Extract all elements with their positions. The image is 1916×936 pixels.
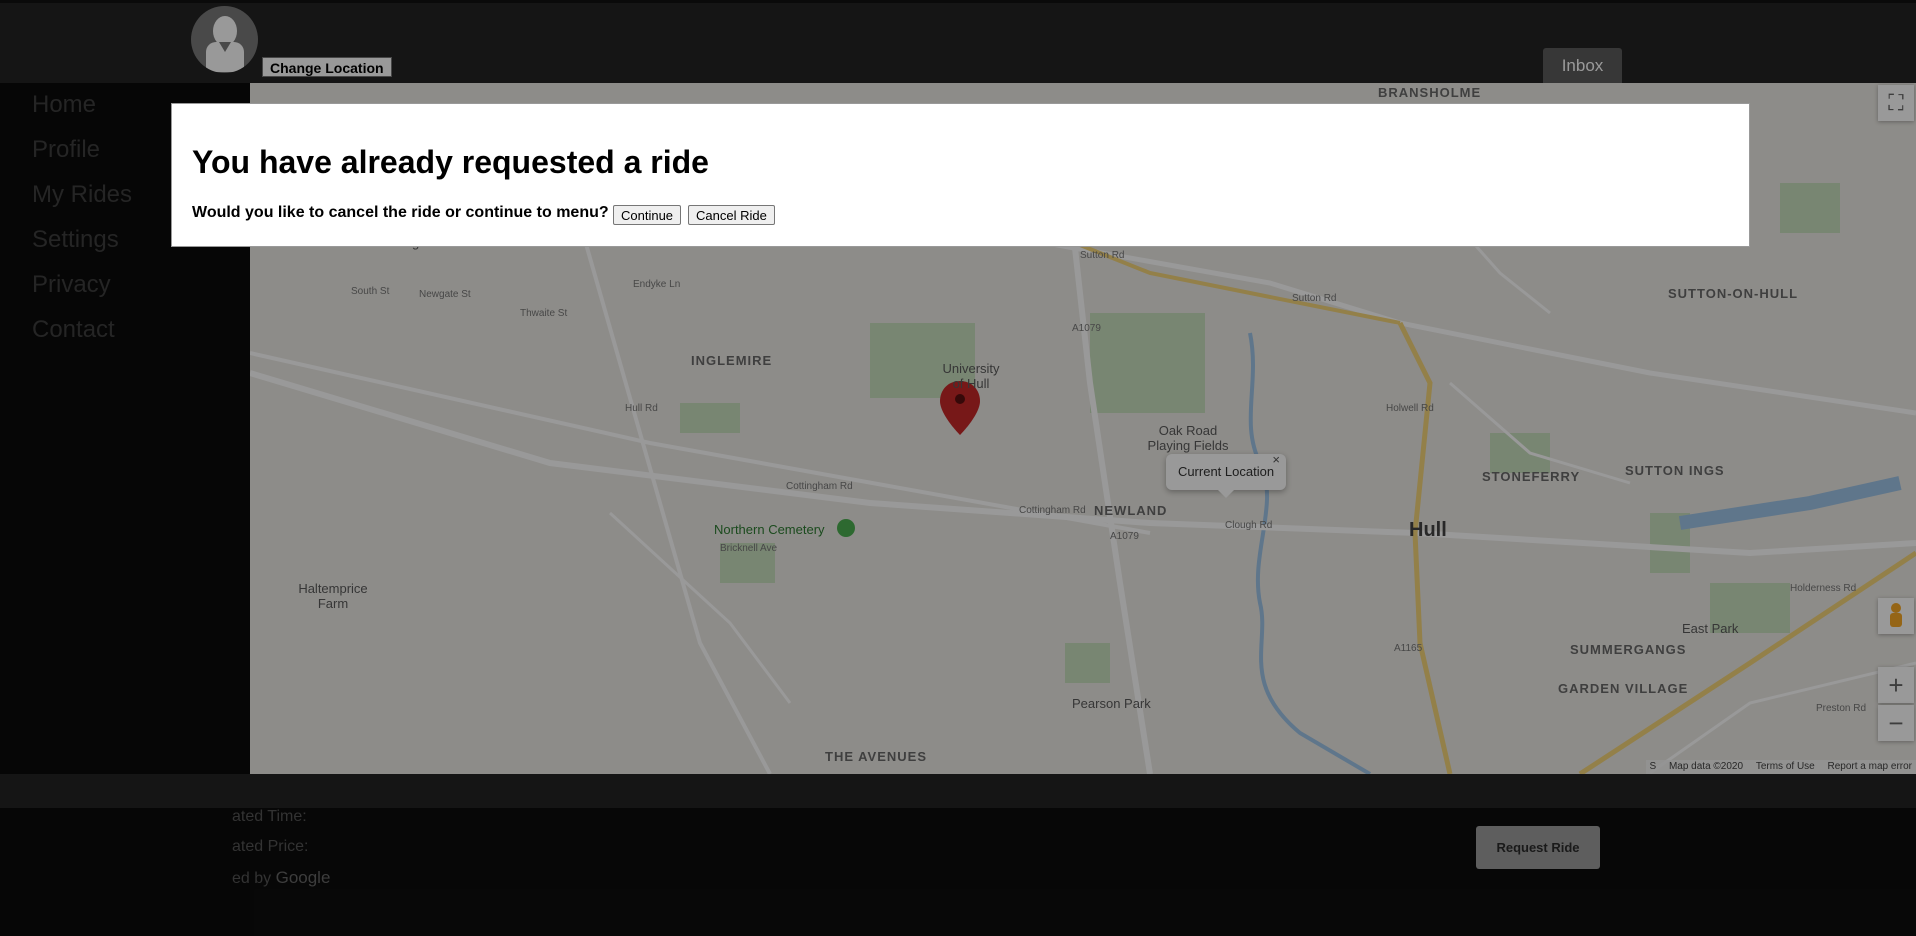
dialog-question: Would you like to cancel the ride or con… (192, 204, 609, 221)
continue-button[interactable]: Continue (613, 205, 682, 225)
dialog-title: You have already requested a ride (192, 144, 709, 180)
request-ride-button[interactable]: Request Ride (1476, 826, 1600, 869)
ride-already-requested-dialog: You have already requested a ride Would … (171, 103, 1750, 247)
cancel-ride-button[interactable]: Cancel Ride (688, 205, 775, 225)
